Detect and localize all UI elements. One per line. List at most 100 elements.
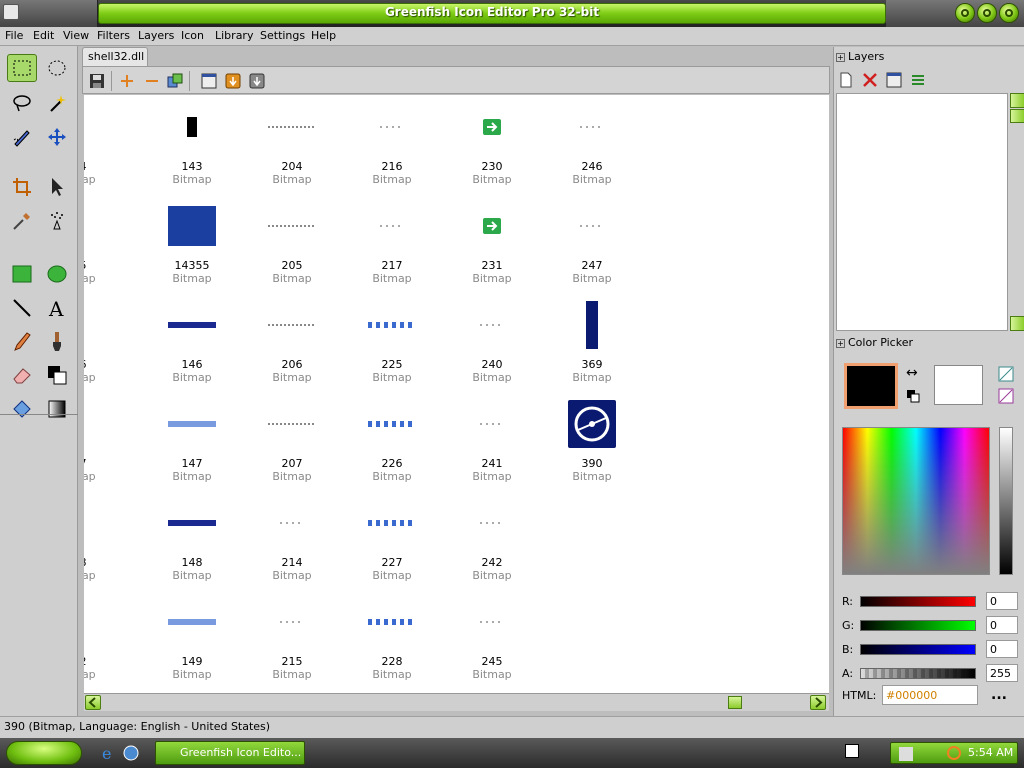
- blue-value[interactable]: 0: [986, 640, 1018, 658]
- resource-item[interactable]: 246 Bitmap: [542, 95, 642, 194]
- resource-item[interactable]: 240 Bitmap: [442, 293, 542, 392]
- tray-icon[interactable]: [899, 747, 913, 761]
- resource-item[interactable]: 231 Bitmap: [442, 194, 542, 293]
- menu-layers[interactable]: Layers: [138, 29, 174, 42]
- download-icon[interactable]: [248, 72, 266, 90]
- green-slider[interactable]: [860, 620, 976, 631]
- resource-item[interactable]: 135Bitmap: [84, 194, 126, 293]
- line-icon[interactable]: [7, 294, 37, 322]
- scroll-right-button[interactable]: [810, 695, 826, 710]
- resource-item[interactable]: 369 Bitmap: [542, 293, 642, 392]
- resource-item[interactable]: 134Bitmap: [84, 95, 126, 194]
- brush-icon[interactable]: [42, 328, 72, 356]
- menu-icon[interactable]: Icon: [181, 29, 204, 42]
- move-down-icon[interactable]: [224, 72, 242, 90]
- menu-filters[interactable]: Filters: [97, 29, 130, 42]
- green-value[interactable]: 0: [986, 616, 1018, 634]
- delete-layer-icon[interactable]: [861, 71, 879, 89]
- path-select-icon[interactable]: [7, 123, 37, 151]
- app-icon[interactable]: [3, 4, 19, 20]
- minimize-button[interactable]: [955, 3, 975, 23]
- reset-colors-icon[interactable]: [906, 389, 920, 403]
- resource-item[interactable]: 147 Bitmap: [142, 392, 242, 491]
- red-slider[interactable]: [860, 596, 976, 607]
- alpha-slider[interactable]: [860, 668, 976, 679]
- eraser-icon[interactable]: [7, 361, 37, 389]
- swap-arrows-icon[interactable]: ↔: [906, 365, 918, 381]
- save-icon[interactable]: [88, 72, 106, 90]
- resource-item[interactable]: 146 Bitmap: [142, 293, 242, 392]
- resource-item[interactable]: 230 Bitmap: [442, 95, 542, 194]
- pencil-icon[interactable]: [7, 328, 37, 356]
- scroll-left-button[interactable]: [85, 695, 101, 710]
- resource-item[interactable]: 137Bitmap: [84, 392, 126, 491]
- scroll-up-button[interactable]: [1010, 93, 1024, 108]
- document-tab[interactable]: shell32.dll: [82, 47, 148, 66]
- taskbar-app-button[interactable]: Greenfish Icon Edito...: [155, 741, 305, 765]
- text-icon[interactable]: A: [42, 294, 72, 322]
- html-color-field[interactable]: #000000: [882, 685, 978, 705]
- resource-item[interactable]: 225 Bitmap: [342, 293, 442, 392]
- red-value[interactable]: 0: [986, 592, 1018, 610]
- resource-item[interactable]: 138Bitmap: [84, 491, 126, 590]
- resource-item[interactable]: 227 Bitmap: [342, 491, 442, 590]
- remove-icon[interactable]: [143, 72, 161, 90]
- menu-view[interactable]: View: [63, 29, 89, 42]
- color-picker-header[interactable]: + Color Picker: [836, 336, 913, 349]
- resource-item[interactable]: 216 Bitmap: [342, 95, 442, 194]
- scroll-down-button[interactable]: [1010, 316, 1024, 331]
- ellipse-select-icon[interactable]: [42, 54, 72, 82]
- add-icon[interactable]: [118, 72, 136, 90]
- search-icon[interactable]: [947, 746, 961, 760]
- menu-help[interactable]: Help: [311, 29, 336, 42]
- resource-item[interactable]: 241 Bitmap: [442, 392, 542, 491]
- resource-item[interactable]: 214 Bitmap: [242, 491, 342, 590]
- transparent-color-icon[interactable]: [998, 366, 1014, 382]
- collapse-icon[interactable]: +: [836, 339, 845, 348]
- primary-color-swatch[interactable]: [844, 363, 898, 409]
- more-button[interactable]: ...: [991, 687, 1007, 703]
- fill-icon[interactable]: [7, 395, 37, 423]
- resource-item[interactable]: 204 Bitmap: [242, 95, 342, 194]
- layers-header[interactable]: + Layers: [836, 50, 884, 63]
- resource-item[interactable]: 205 Bitmap: [242, 194, 342, 293]
- resource-item[interactable]: 226 Bitmap: [342, 392, 442, 491]
- resource-item[interactable]: 206 Bitmap: [242, 293, 342, 392]
- menu-file[interactable]: File: [5, 29, 23, 42]
- horizontal-scrollbar[interactable]: [84, 693, 829, 711]
- layer-list[interactable]: [836, 93, 1008, 331]
- layers-scrollbar[interactable]: [1010, 93, 1024, 331]
- move-icon[interactable]: [42, 123, 72, 151]
- resource-item[interactable]: 149 Bitmap: [142, 590, 242, 689]
- menu-settings[interactable]: Settings: [260, 29, 305, 42]
- resource-item[interactable]: 207 Bitmap: [242, 392, 342, 491]
- start-button[interactable]: [6, 741, 82, 765]
- layer-properties-icon[interactable]: [885, 71, 903, 89]
- resource-item[interactable]: 247 Bitmap: [542, 194, 642, 293]
- resource-item[interactable]: 242 Bitmap: [442, 491, 542, 590]
- alpha-value[interactable]: 255: [986, 664, 1018, 682]
- secondary-color-swatch[interactable]: [934, 365, 983, 405]
- crop-icon[interactable]: [7, 173, 37, 201]
- swap-colors-icon[interactable]: [42, 361, 72, 389]
- magic-wand-icon[interactable]: [42, 89, 72, 117]
- blue-slider[interactable]: [860, 644, 976, 655]
- scroll-thumb[interactable]: [1010, 109, 1024, 123]
- maximize-button[interactable]: [977, 3, 997, 23]
- menu-library[interactable]: Library: [215, 29, 253, 42]
- inverted-color-icon[interactable]: [998, 388, 1014, 404]
- resource-item[interactable]: 215 Bitmap: [242, 590, 342, 689]
- resource-item[interactable]: 14355 Bitmap: [142, 194, 242, 293]
- menu-edit[interactable]: Edit: [33, 29, 54, 42]
- pointer-icon[interactable]: [42, 173, 72, 201]
- media-icon[interactable]: [122, 744, 140, 762]
- eyedropper-icon[interactable]: [7, 207, 37, 235]
- new-layer-icon[interactable]: [837, 71, 855, 89]
- resource-item[interactable]: 148 Bitmap: [142, 491, 242, 590]
- ie-icon[interactable]: e: [100, 744, 118, 763]
- color-spectrum[interactable]: [842, 427, 990, 575]
- resource-item[interactable]: 390 Bitmap: [542, 392, 642, 491]
- resource-item[interactable]: 136Bitmap: [84, 293, 126, 392]
- resource-item[interactable]: 228 Bitmap: [342, 590, 442, 689]
- scroll-thumb[interactable]: [728, 696, 742, 709]
